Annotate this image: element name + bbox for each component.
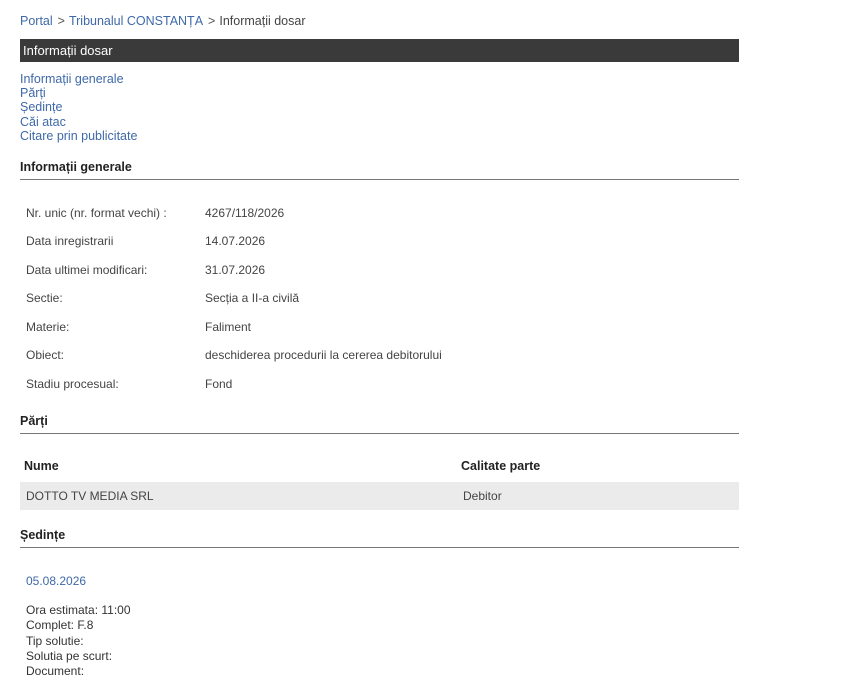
session-detail-value: F.8 xyxy=(77,618,94,633)
session-detail-row: Complet: F.8 xyxy=(26,618,131,633)
session-details: Ora estimata: 11:00 Complet: F.8 Tip sol… xyxy=(26,603,131,679)
info-row-case-number: Nr. unic (nr. format vechi) : 4267/118/20… xyxy=(26,206,284,220)
info-value: Faliment xyxy=(205,320,252,334)
info-row-matter: Materie: Faliment xyxy=(26,320,251,334)
info-row-section: Sectie: Secția a II-a civilă xyxy=(26,291,299,305)
party-name: DOTTO TV MEDIA SRL xyxy=(26,489,154,503)
session-detail-row: Tip solutie: xyxy=(26,634,131,649)
info-label: Stadiu procesual: xyxy=(26,377,119,391)
toc-link-general-info[interactable]: Informații generale xyxy=(20,72,137,86)
page-title: Informații dosar xyxy=(23,43,113,58)
breadcrumb-link-court[interactable]: Tribunalul CONSTANȚA xyxy=(69,14,203,28)
info-label: Materie: xyxy=(26,320,70,334)
info-value: 4267/118/2026 xyxy=(205,206,285,220)
info-row-procedural-stage: Stadiu procesual: Fond xyxy=(26,377,232,391)
info-label: Sectie: xyxy=(26,291,63,305)
session-detail-label: Complet: xyxy=(26,618,75,633)
section-heading-sessions: Ședințe xyxy=(20,528,739,548)
info-value: deschiderea procedurii la cererea debito… xyxy=(205,348,442,362)
toc-link-appeals[interactable]: Căi atac xyxy=(20,115,137,129)
breadcrumb: Portal > Tribunalul CONSTANȚA > Informații d… xyxy=(20,14,306,28)
session-detail-value: 11:00 xyxy=(101,603,131,617)
toc-link-sessions[interactable]: Ședințe xyxy=(20,100,137,114)
section-links: Informații generale Părți Ședințe Căi at… xyxy=(20,72,137,143)
session-detail-row: Document: xyxy=(26,664,131,679)
session-detail-label: Ora estimata: xyxy=(26,603,99,617)
column-header-name: Nume xyxy=(24,459,59,473)
column-header-role: Calitate parte xyxy=(461,459,541,473)
info-value: Fond xyxy=(205,377,233,391)
section-heading-general-info: Informații generale xyxy=(20,160,739,180)
info-label: Obiect: xyxy=(26,348,65,362)
info-row-registration-date: Data inregistrarii 14.07.2026 xyxy=(26,234,265,248)
info-value: Secția a II-a civilă xyxy=(205,291,300,305)
toc-link-parties[interactable]: Părți xyxy=(20,86,137,100)
breadcrumb-link-portal[interactable]: Portal xyxy=(20,14,53,28)
info-label: Data ultimei modificari: xyxy=(26,263,148,277)
section-heading-parties: Părți xyxy=(20,414,739,434)
toc-link-public-summons[interactable]: Citare prin publicitate xyxy=(20,129,137,143)
breadcrumb-separator: > xyxy=(57,14,65,28)
breadcrumb-current: Informații dosar xyxy=(219,14,306,28)
session-detail-row: Solutia pe scurt: xyxy=(26,649,131,664)
session-detail-label: Solutia pe scurt: xyxy=(26,648,113,663)
session-detail-row: Ora estimata: 11:00 xyxy=(26,603,131,618)
breadcrumb-separator: > xyxy=(208,14,216,28)
table-row: DOTTO TV MEDIA SRL Debitor xyxy=(20,482,739,510)
party-role: Debitor xyxy=(463,489,502,503)
session-date: 05.08.2026 xyxy=(26,574,87,588)
info-label: Data inregistrarii xyxy=(26,234,114,248)
session-detail-label: Document: xyxy=(26,664,85,679)
info-value: 14.07.2026 xyxy=(205,234,266,248)
info-row-last-modified: Data ultimei modificari: 31.07.2026 xyxy=(26,263,265,277)
page-title-bar: Informații dosar xyxy=(20,39,739,62)
session-detail-label: Tip solutie: xyxy=(26,633,84,648)
info-row-object: Obiect: deschiderea procedurii la cererea… xyxy=(26,348,442,362)
info-value: 31.07.2026 xyxy=(205,263,266,277)
info-label: Nr. unic (nr. format vechi) : xyxy=(26,206,167,220)
